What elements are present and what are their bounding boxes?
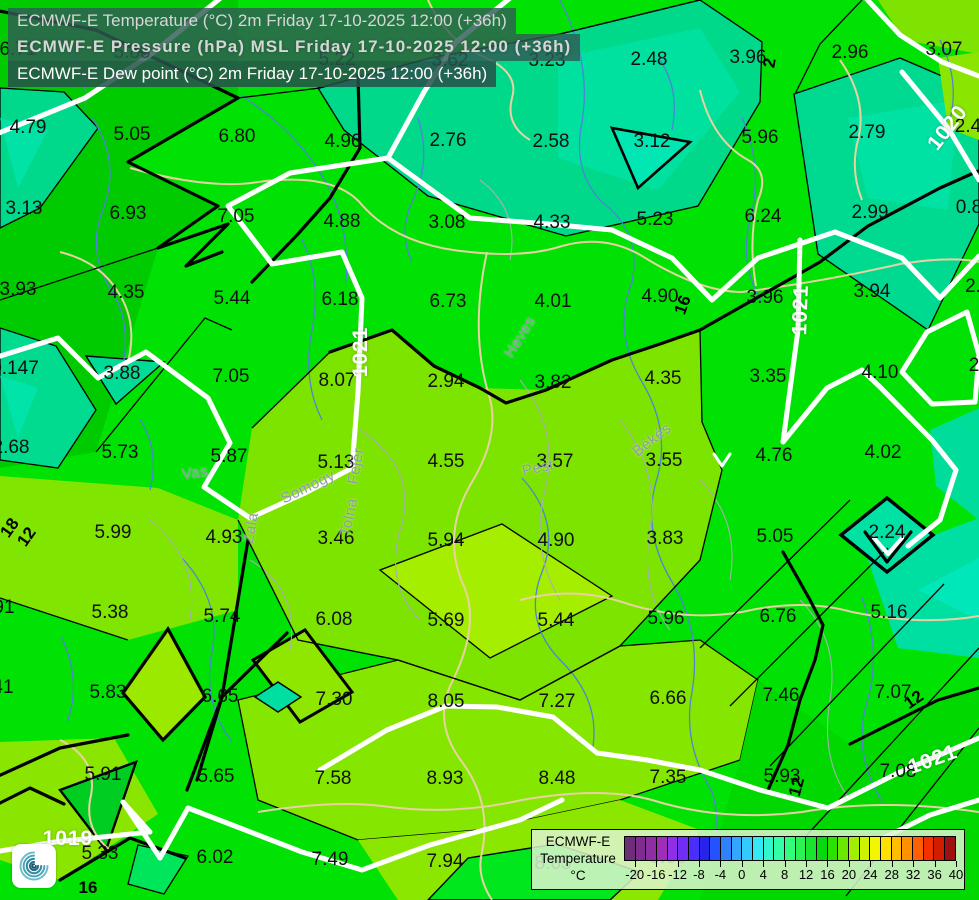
legend-line-dewpoint: ECMWF-E Dew point (°C) 2m Friday 17-10-2…	[8, 60, 497, 88]
colorbar-cell	[657, 837, 668, 860]
colorbar-cell	[913, 837, 924, 860]
colorbar-cell	[699, 837, 711, 860]
colorbar-cell	[934, 837, 946, 860]
colorbar-cell	[795, 837, 807, 860]
colorbar-cell	[753, 837, 764, 860]
colorbar-cell	[667, 837, 679, 860]
colorbar-tick-label: 24	[863, 867, 878, 882]
colorbar-tick-label: -4	[714, 867, 727, 882]
colorbar-tick-label: -12	[668, 867, 687, 882]
colorbar-cell	[838, 837, 850, 860]
colorbar-cell	[635, 837, 647, 860]
colorbar-cell	[731, 837, 743, 860]
weather-map-stage: 6.715.835.223.623.232.483.962.963.074.79…	[0, 0, 979, 900]
colorbar-cell	[710, 837, 722, 860]
colorbar-tick-label: 28	[884, 867, 899, 882]
colorbar-title: ECMWF-E Temperature °C	[532, 830, 624, 889]
colorbar-cell	[806, 837, 818, 860]
colorbar-tick-label: 32	[905, 867, 921, 882]
colorbar-cell	[881, 837, 892, 860]
colorbar-title-line2: Temperature	[540, 851, 616, 867]
colorbar-cell	[625, 837, 636, 860]
colorbar-ticks: -20 -16 -12 -8 -4 0 4 8 12 16 20 24 28 32 36 40	[624, 861, 963, 885]
colorbar-cell	[721, 837, 732, 860]
colorbar-tick-label: -20	[625, 867, 645, 882]
colorbar-cell	[742, 837, 754, 860]
colorbar-tick-label: 0	[738, 867, 746, 882]
colorbar-tick-label: 40	[948, 867, 964, 882]
colorbar-cell	[817, 837, 828, 860]
colorbar-cell	[689, 837, 700, 860]
colorbar-cell	[859, 837, 871, 860]
legend-header: ECMWF-E Temperature (°C) 2m Friday 17-10…	[8, 8, 581, 88]
colorbar-cell	[870, 837, 882, 860]
colorbar-tick-label: -8	[693, 867, 705, 882]
colorbar-cell	[678, 837, 690, 860]
colorbar-cells	[624, 836, 956, 861]
colorbar-cell	[785, 837, 796, 860]
legend-line-temperature: ECMWF-E Temperature (°C) 2m Friday 17-10…	[8, 8, 516, 35]
legend-line-pressure: ECMWF-E Pressure (hPa) MSL Friday 17-10-…	[8, 34, 581, 61]
temperature-colorbar: ECMWF-E Temperature °C -20 -16 -12 -8 -4 0 4 8 1…	[531, 829, 965, 890]
weather-map-canvas	[0, 0, 979, 900]
colorbar-cell	[763, 837, 775, 860]
colorbar-tick-label: -16	[646, 867, 666, 882]
colorbar-cell	[849, 837, 860, 860]
met-swirl-logo	[12, 844, 56, 888]
colorbar-title-line3: °C	[570, 867, 586, 883]
colorbar-tick-label: 4	[759, 867, 767, 882]
colorbar-cell	[774, 837, 786, 860]
colorbar-tick-label: 20	[841, 867, 857, 882]
colorbar-title-line1: ECMWF-E	[545, 834, 611, 850]
colorbar-cell	[902, 837, 914, 860]
colorbar-cell	[945, 837, 955, 860]
swirl-icon	[19, 851, 49, 881]
colorbar-tick-label: 36	[927, 867, 942, 882]
colorbar-cell	[827, 837, 839, 860]
colorbar-cell	[891, 837, 903, 860]
colorbar-tick-label: 16	[820, 867, 835, 882]
colorbar-cell	[923, 837, 935, 860]
colorbar-scale: -20 -16 -12 -8 -4 0 4 8 12 16 20 24 28 32 36 40	[624, 830, 963, 889]
colorbar-tick-label: 12	[798, 867, 814, 882]
colorbar-tick-label: 8	[781, 867, 789, 882]
colorbar-cell	[646, 837, 658, 860]
